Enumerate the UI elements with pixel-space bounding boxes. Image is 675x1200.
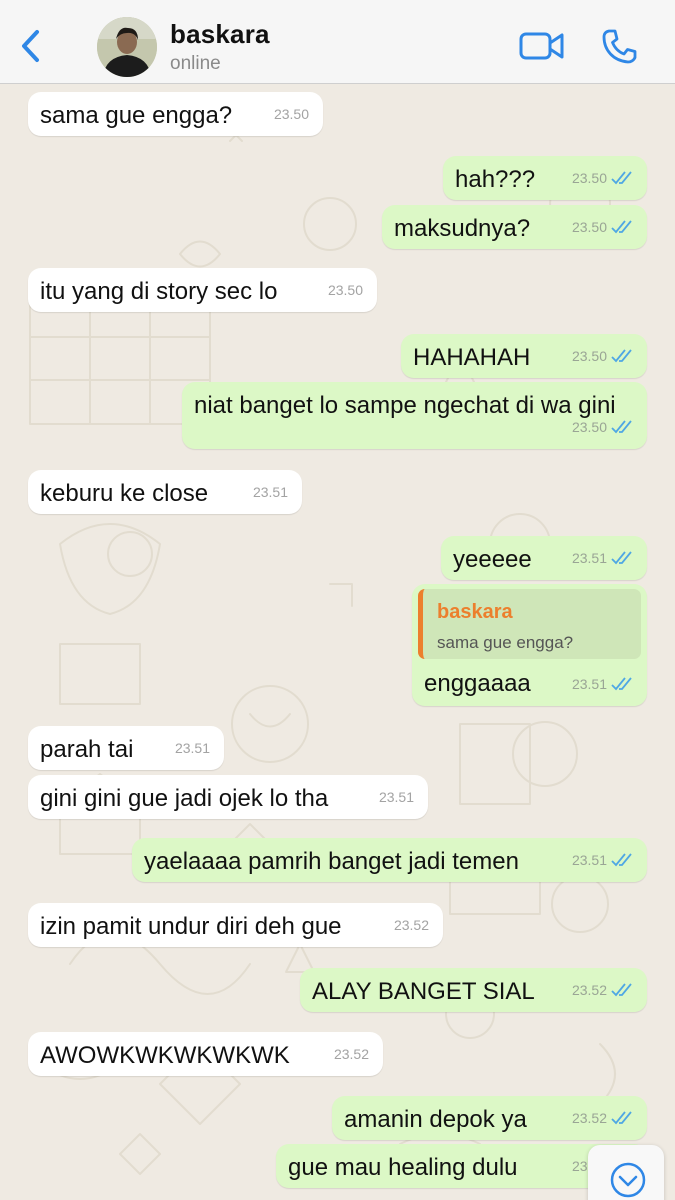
phone-icon <box>602 29 637 64</box>
back-button[interactable] <box>14 26 48 66</box>
message-time: 23.52 <box>333 1046 369 1062</box>
message-time: 23.51 <box>378 789 414 805</box>
message-text: enggaaaa <box>424 670 531 697</box>
read-ticks-icon <box>611 853 632 867</box>
message-meta: 23.52 <box>394 911 429 939</box>
outgoing-message[interactable]: yaelaaaa pamrih banget jadi temen 23.51 <box>132 838 647 882</box>
chat-area[interactable]: sama gue engga? 23.50 hah??? 23.50 maksu… <box>0 84 675 1200</box>
contact-status: online <box>170 53 221 74</box>
incoming-message[interactable]: itu yang di story sec lo 23.50 <box>28 268 377 312</box>
message-meta: 23.50 <box>572 342 633 370</box>
message-meta: 23.51 <box>379 783 414 811</box>
message-time: 23.52 <box>393 917 429 933</box>
quoted-text: sama gue engga? <box>437 633 574 652</box>
voice-call-button[interactable] <box>600 28 638 66</box>
message-time: 23.52 <box>571 1110 607 1126</box>
message-text: keburu ke close <box>40 480 209 507</box>
message-text: gini gini gue jadi ojek lo tha <box>40 785 329 812</box>
read-ticks-icon <box>611 551 632 565</box>
message-text: izin pamit undur diri deh gue <box>40 913 342 940</box>
outgoing-message[interactable]: yeeeee 23.51 <box>441 536 647 580</box>
message-meta: 23.52 <box>572 1104 633 1132</box>
incoming-message[interactable]: izin pamit undur diri deh gue 23.52 <box>28 903 443 947</box>
message-meta: 23.52 <box>334 1040 369 1068</box>
read-ticks-icon <box>611 349 632 363</box>
quoted-sender: baskara <box>437 601 513 623</box>
message-meta: 23.51 <box>572 846 633 874</box>
message-text: AWOWKWKWKWKWK <box>40 1042 290 1069</box>
read-ticks-icon <box>611 420 632 434</box>
video-camera-icon <box>519 32 564 60</box>
message-meta: 23.51 <box>572 544 633 572</box>
incoming-message[interactable]: AWOWKWKWKWKWK 23.52 <box>28 1032 383 1076</box>
chat-header: baskara online <box>0 0 675 84</box>
scroll-to-bottom-button[interactable] <box>588 1145 664 1200</box>
outgoing-message[interactable]: HAHAHAH 23.50 <box>401 334 647 378</box>
message-time: 23.51 <box>571 676 607 692</box>
outgoing-message[interactable]: niat banget lo sampe ngechat di wa gini … <box>182 382 647 449</box>
message-text: HAHAHAH <box>413 344 531 371</box>
message-text: yaelaaaa pamrih banget jadi temen <box>144 848 519 875</box>
message-text: maksudnya? <box>394 215 531 242</box>
outgoing-message[interactable]: amanin depok ya 23.52 <box>332 1096 647 1140</box>
message-time: 23.51 <box>571 852 607 868</box>
message-time: 23.51 <box>174 740 210 756</box>
message-text: parah tai <box>40 736 134 763</box>
message-time: 23.51 <box>252 484 288 500</box>
outgoing-message[interactable]: maksudnya? 23.50 <box>382 205 647 249</box>
message-meta: 23.52 <box>572 976 633 1004</box>
message-text: amanin depok ya <box>344 1106 527 1133</box>
message-meta: 23.50 <box>274 100 309 128</box>
message-time: 23.50 <box>571 170 607 186</box>
message-text: gue mau healing dulu <box>288 1154 518 1181</box>
chevron-down-circle-icon <box>610 1162 646 1198</box>
message-text: yeeeee <box>453 546 532 573</box>
incoming-message[interactable]: parah tai 23.51 <box>28 726 224 770</box>
quoted-message[interactable]: baskara sama gue engga? <box>418 589 641 659</box>
message-text: itu yang di story sec lo <box>40 278 278 305</box>
message-time: 23.50 <box>571 348 607 364</box>
message-text: ALAY BANGET SIAL <box>312 978 535 1005</box>
outgoing-message[interactable]: ALAY BANGET SIAL 23.52 <box>300 968 647 1012</box>
incoming-message[interactable]: sama gue engga? 23.50 <box>28 92 323 136</box>
message-meta: 23.50 <box>572 164 633 192</box>
message-time: 23.50 <box>273 106 309 122</box>
contact-avatar[interactable] <box>97 17 157 77</box>
incoming-message[interactable]: keburu ke close 23.51 <box>28 470 302 514</box>
message-time: 23.50 <box>327 282 363 298</box>
incoming-message[interactable]: gini gini gue jadi ojek lo tha 23.51 <box>28 775 428 819</box>
message-text: sama gue engga? <box>40 102 233 129</box>
read-ticks-icon <box>611 171 632 185</box>
chevron-left-icon <box>22 30 39 62</box>
message-time: 23.50 <box>571 219 607 235</box>
video-call-button[interactable] <box>519 30 565 62</box>
message-text: niat banget lo sampe ngechat di wa gini <box>194 392 616 419</box>
outgoing-reply-message[interactable]: baskara sama gue engga? enggaaaa 23.51 <box>412 584 647 706</box>
read-ticks-icon <box>611 677 632 691</box>
message-meta: 23.51 <box>572 670 633 698</box>
outgoing-message[interactable]: hah??? 23.50 <box>443 156 647 200</box>
read-ticks-icon <box>611 983 632 997</box>
message-meta: 23.50 <box>328 276 363 304</box>
message-time: 23.50 <box>571 419 607 435</box>
contact-name[interactable]: baskara <box>170 19 270 50</box>
message-meta: 23.51 <box>253 478 288 506</box>
message-meta: 23.50 <box>572 413 633 441</box>
message-text: hah??? <box>455 166 536 193</box>
read-ticks-icon <box>611 220 632 234</box>
message-time: 23.52 <box>571 982 607 998</box>
read-ticks-icon <box>611 1111 632 1125</box>
message-meta: 23.51 <box>175 734 210 762</box>
message-meta: 23.50 <box>572 213 633 241</box>
message-time: 23.51 <box>571 550 607 566</box>
